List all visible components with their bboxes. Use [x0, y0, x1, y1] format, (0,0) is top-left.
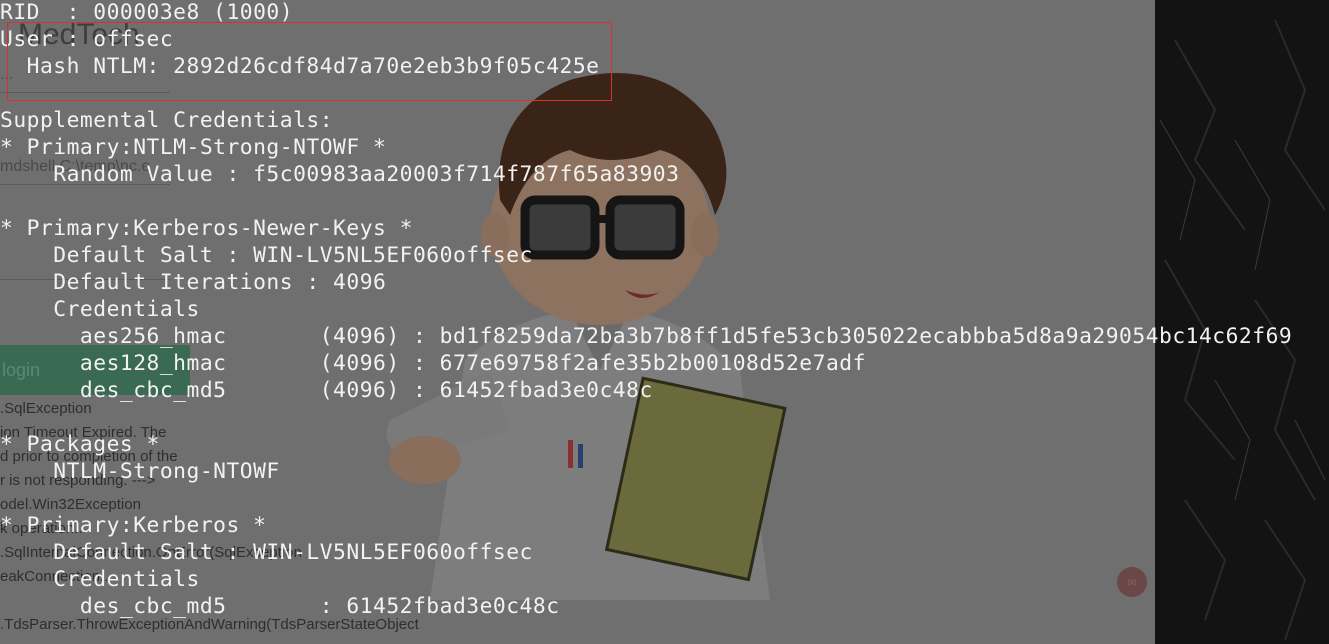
- terminal-line: NTLM-Strong-NTOWF: [0, 459, 280, 484]
- terminal-line: Credentials: [0, 297, 200, 322]
- terminal-line: * Packages *: [0, 432, 160, 457]
- terminal-line: Default Iterations : 4096: [0, 270, 387, 295]
- terminal-line: * Primary:Kerberos-Newer-Keys *: [0, 216, 413, 241]
- terminal-line: des_cbc_md5 (4096) : 61452fbad3e0c48c: [0, 378, 653, 403]
- terminal-line: * Primary:NTLM-Strong-NTOWF *: [0, 135, 387, 160]
- terminal-line: des_cbc_md5 : 61452fbad3e0c48c: [0, 594, 560, 619]
- terminal-line: Supplemental Credentials:: [0, 108, 334, 133]
- terminal-line: aes128_hmac (4096) : 677e69758f2afe35b2b…: [0, 351, 866, 376]
- terminal-line: * Primary:Kerberos *: [0, 513, 267, 538]
- user-hash-highlight-box: [7, 22, 612, 101]
- terminal-line: Default Salt : WIN-LV5NL5EF060offsec: [0, 540, 533, 565]
- terminal-line: aes256_hmac (4096) : bd1f8259da72ba3b7b8…: [0, 324, 1293, 349]
- terminal-line: Credentials: [0, 567, 200, 592]
- terminal-line: Default Salt : WIN-LV5NL5EF060offsec: [0, 243, 533, 268]
- terminal-line: Random Value : f5c00983aa20003f714f787f6…: [0, 162, 680, 187]
